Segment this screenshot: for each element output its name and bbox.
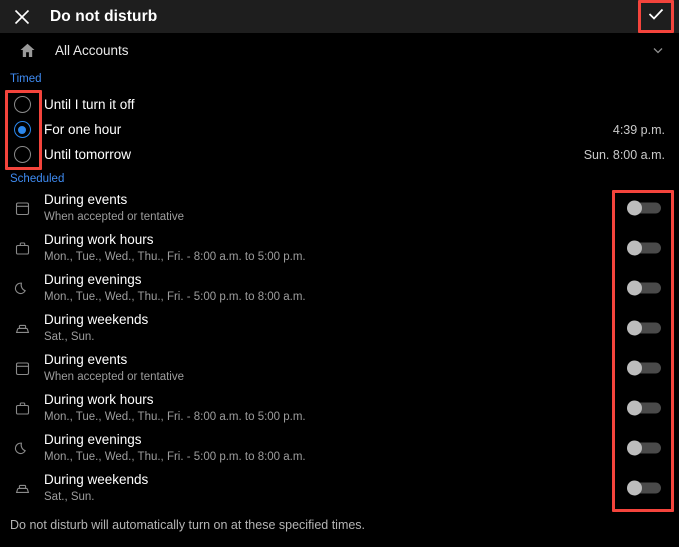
toggle-thumb [627,241,642,256]
account-selector[interactable]: All Accounts [0,33,679,67]
weekend-icon [0,320,44,337]
scheduled-row-title: During weekends [44,311,148,328]
scheduled-row-during-weekends-2[interactable]: During weekends Sat., Sun. [0,468,679,508]
moon-icon [0,440,44,457]
toggle-thumb [627,401,642,416]
timed-option-label: Until I turn it off [44,97,135,112]
scheduled-row-title: During events [44,191,184,208]
toggle-switch[interactable] [627,401,661,416]
scheduled-row-text: During work hours Mon., Tue., Wed., Thu.… [44,391,306,425]
scheduled-row-title: During events [44,351,184,368]
radio-button[interactable] [14,96,31,113]
scheduled-row-title: During evenings [44,271,306,288]
do-not-disturb-screen: Do not disturb All Accounts Timed [0,0,679,547]
scheduled-row-title: During work hours [44,391,306,408]
toggle-switch[interactable] [627,201,661,216]
scheduled-row-during-work-hours[interactable]: During work hours Mon., Tue., Wed., Thu.… [0,228,679,268]
toggle-switch[interactable] [627,241,661,256]
scheduled-row-text: During evenings Mon., Tue., Wed., Thu., … [44,271,306,305]
section-label-timed: Timed [10,73,42,85]
home-icon [0,42,55,59]
timed-option-label: Until tomorrow [44,147,131,162]
calendar-icon [0,360,44,377]
toggle-switch[interactable] [627,441,661,456]
toggle-switch[interactable] [627,321,661,336]
timed-option-until-i-turn-it-off[interactable]: Until I turn it off [0,92,679,117]
scheduled-row-during-evenings[interactable]: During evenings Mon., Tue., Wed., Thu., … [0,268,679,308]
briefcase-icon [0,240,44,257]
section-label-scheduled: Scheduled [10,173,64,185]
account-label: All Accounts [55,43,129,58]
scheduled-row-during-weekends[interactable]: During weekends Sat., Sun. [0,308,679,348]
toggle-switch[interactable] [627,481,661,496]
scheduled-row-subtitle: Mon., Tue., Wed., Thu., Fri. - 5:00 p.m.… [44,449,306,465]
scheduled-row-subtitle: Sat., Sun. [44,329,148,345]
toggle-switch[interactable] [627,281,661,296]
scheduled-row-during-events[interactable]: During events When accepted or tentative [0,188,679,228]
scheduled-row-subtitle: Sat., Sun. [44,489,148,505]
scheduled-row-text: During work hours Mon., Tue., Wed., Thu.… [44,231,306,265]
scheduled-row-subtitle: When accepted or tentative [44,369,184,385]
scheduled-options-list: During events When accepted or tentative… [0,188,679,508]
confirm-button[interactable] [641,2,671,31]
scheduled-row-title: During weekends [44,471,148,488]
radio-cell[interactable] [0,96,44,113]
timed-options-list: Until I turn it off For one hour 4:39 p.… [0,92,679,167]
calendar-icon [0,200,44,217]
scheduled-row-during-work-hours-2[interactable]: During work hours Mon., Tue., Wed., Thu.… [0,388,679,428]
toggle-thumb [627,441,642,456]
timed-option-for-one-hour[interactable]: For one hour 4:39 p.m. [0,117,679,142]
scheduled-row-subtitle: When accepted or tentative [44,209,184,225]
scheduled-row-during-evenings-2[interactable]: During evenings Mon., Tue., Wed., Thu., … [0,428,679,468]
radio-cell[interactable] [0,121,44,138]
scheduled-row-title: During work hours [44,231,306,248]
scheduled-row-text: During events When accepted or tentative [44,351,184,385]
briefcase-icon [0,400,44,417]
toggle-thumb [627,321,642,336]
page-title: Do not disturb [50,8,157,26]
radio-cell[interactable] [0,146,44,163]
toggle-thumb [627,201,642,216]
timed-option-time: 4:39 p.m. [613,123,665,137]
check-icon [646,4,666,29]
scheduled-row-subtitle: Mon., Tue., Wed., Thu., Fri. - 8:00 a.m.… [44,409,306,425]
scheduled-row-title: During evenings [44,431,306,448]
radio-button-selected[interactable] [14,121,31,138]
timed-option-label: For one hour [44,122,121,137]
close-button[interactable] [0,0,44,33]
scheduled-row-subtitle: Mon., Tue., Wed., Thu., Fri. - 5:00 p.m.… [44,289,306,305]
scheduled-row-during-events-2[interactable]: During events When accepted or tentative [0,348,679,388]
scheduled-row-text: During weekends Sat., Sun. [44,311,148,345]
radio-button[interactable] [14,146,31,163]
moon-icon [0,280,44,297]
scheduled-row-text: During weekends Sat., Sun. [44,471,148,505]
timed-option-until-tomorrow[interactable]: Until tomorrow Sun. 8:00 a.m. [0,142,679,167]
toggle-thumb [627,361,642,376]
chevron-down-icon[interactable] [651,43,665,57]
scheduled-row-text: During evenings Mon., Tue., Wed., Thu., … [44,431,306,465]
close-icon [13,8,31,26]
timed-option-time: Sun. 8:00 a.m. [584,148,665,162]
app-bar: Do not disturb [0,0,679,33]
scheduled-row-subtitle: Mon., Tue., Wed., Thu., Fri. - 8:00 a.m.… [44,249,306,265]
weekend-icon [0,480,44,497]
footer-note: Do not disturb will automatically turn o… [10,518,365,532]
scheduled-row-text: During events When accepted or tentative [44,191,184,225]
toggle-thumb [627,281,642,296]
toggle-thumb [627,481,642,496]
toggle-switch[interactable] [627,361,661,376]
